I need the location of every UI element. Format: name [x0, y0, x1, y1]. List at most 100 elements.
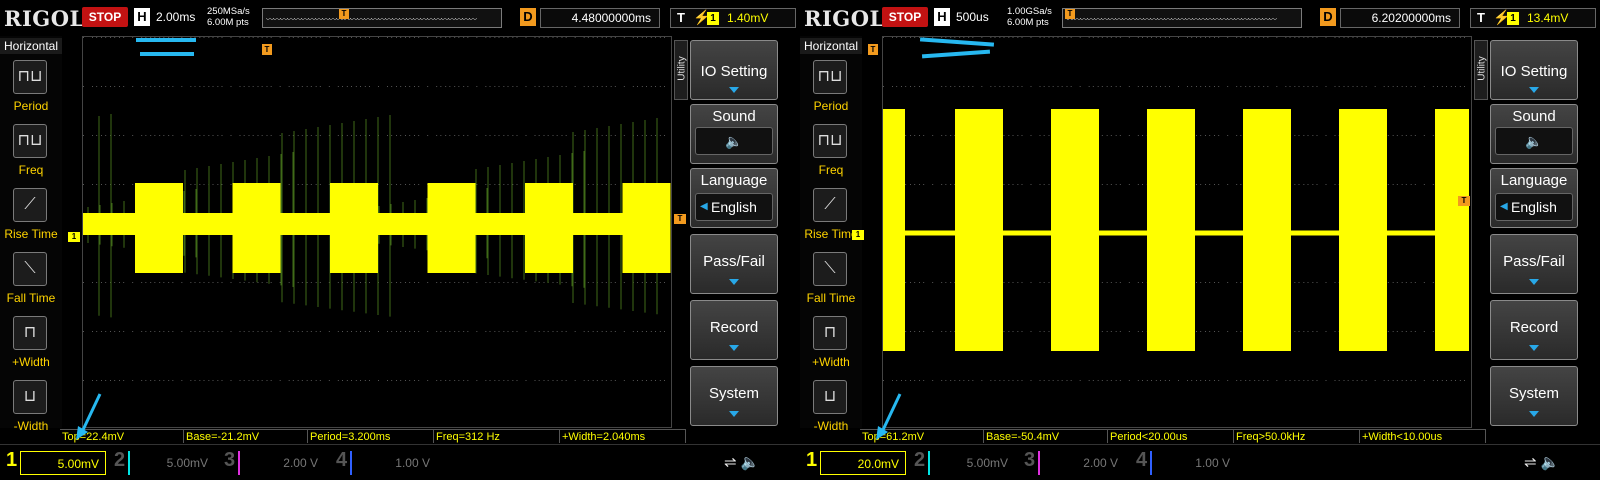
chevron-down-icon — [729, 279, 739, 285]
measure-category[interactable]: Horizontal — [800, 38, 862, 54]
grid-dot — [896, 37, 898, 38]
measure-width-button[interactable]: ⊔ -Width — [0, 376, 62, 436]
memory-position-strip[interactable]: 〰〰〰〰〰〰〰〰〰〰〰〰〰〰〰〰〰〰〰〰〰〰〰〰〰〰〰〰〰〰 T — [262, 8, 502, 28]
timebase-value[interactable]: 500us — [956, 10, 989, 24]
grid-dot — [565, 86, 567, 87]
memory-position-strip[interactable]: 〰〰〰〰〰〰〰〰〰〰〰〰〰〰〰〰〰〰〰〰〰〰〰〰〰〰〰〰〰〰 T — [1062, 8, 1302, 28]
grid-dot — [905, 380, 907, 381]
measure-width-button[interactable]: ⊓ +Width — [800, 312, 862, 372]
trigger-box[interactable]: T ⚡ 1 1.40mV — [670, 8, 796, 28]
horizontal-label[interactable]: H — [934, 8, 950, 26]
measure-width-button[interactable]: ⊓ +Width — [0, 312, 62, 372]
grid-dot — [1119, 184, 1121, 185]
grid-dot — [194, 380, 196, 381]
grid-dot — [360, 135, 361, 136]
grid-dot — [364, 86, 366, 87]
grid-dot — [1003, 135, 1005, 136]
grid-dot — [1043, 37, 1045, 38]
system-button[interactable]: System — [1490, 366, 1578, 426]
grid-dot — [494, 135, 496, 136]
grid-dot — [941, 86, 943, 87]
measure-rise-time-button[interactable]: ⟋ Rise Time — [0, 184, 62, 244]
grid-dot — [1414, 331, 1416, 332]
grid-dot — [1276, 380, 1278, 381]
grid-dot — [123, 135, 125, 136]
grid-dot — [1101, 380, 1103, 381]
io-setting-button[interactable]: IO Setting — [690, 40, 778, 100]
grid-dot — [1410, 282, 1412, 283]
grid-dot — [664, 282, 665, 283]
sound-button[interactable]: Sound 🔈 — [1490, 104, 1578, 164]
grid-dot — [476, 86, 478, 87]
grid-dot — [498, 380, 500, 381]
grid-dot — [1334, 86, 1336, 87]
channel-3-tab[interactable]: 3 2.00 V — [222, 447, 326, 475]
grid-dot — [910, 86, 911, 87]
sound-button[interactable]: Sound 🔈 — [690, 104, 778, 164]
grid-dot — [261, 86, 263, 87]
grid-dot — [194, 184, 196, 185]
grid-dot — [1142, 37, 1143, 38]
grid-dot — [932, 282, 934, 283]
utility-tab[interactable]: Utility — [1474, 40, 1488, 100]
run-status-badge[interactable]: STOP — [882, 7, 928, 27]
measure-freq-button[interactable]: ⊓⊔ Freq — [0, 120, 62, 180]
utility-tab[interactable]: Utility — [674, 40, 688, 100]
grid-dot — [610, 331, 612, 332]
grid-dot — [605, 135, 607, 136]
system-button[interactable]: System — [690, 366, 778, 426]
grid-dot — [655, 86, 656, 87]
measure-fall-time-button[interactable]: ⟍ Fall Time — [800, 248, 862, 308]
channel-4-tab[interactable]: 4 1.00 V — [1134, 447, 1238, 475]
grid-dot — [587, 331, 589, 332]
io-setting-button[interactable]: IO Setting — [1490, 40, 1578, 100]
waveform-burst — [622, 183, 671, 273]
grid-dot — [203, 37, 205, 38]
delay-value[interactable]: 4.48000000ms — [540, 8, 660, 28]
grid-dot — [119, 380, 120, 381]
grid-dot — [449, 380, 451, 381]
measure-fall-time-button[interactable]: ⟍ Fall Time — [0, 248, 62, 308]
grid-dot — [208, 380, 210, 381]
grid-dot — [1307, 282, 1309, 283]
grid-dot — [1137, 135, 1139, 136]
grid-dot — [1316, 37, 1318, 38]
record-button[interactable]: Record — [1490, 300, 1578, 360]
pass-fail-button[interactable]: Pass/Fail — [1490, 234, 1578, 294]
measure-category[interactable]: Horizontal — [0, 38, 62, 54]
grid-dot — [132, 86, 134, 87]
grid-dot — [391, 331, 393, 332]
measure-item-label: -Width — [13, 419, 49, 433]
grid-dot — [261, 380, 263, 381]
measure-width-button[interactable]: ⊔ -Width — [800, 376, 862, 436]
run-status-badge[interactable]: STOP — [82, 7, 128, 27]
waveform-burst — [1435, 109, 1469, 351]
grid-dot — [574, 184, 576, 185]
channel-4-tab[interactable]: 4 1.00 V — [334, 447, 438, 475]
horizontal-label[interactable]: H — [134, 8, 150, 26]
language-button[interactable]: Language ◀ English — [1490, 168, 1578, 228]
measure-period-button[interactable]: ⊓⊔ Period — [0, 56, 62, 116]
grid-dot — [458, 86, 460, 87]
grid-dot — [1338, 380, 1340, 381]
grid-dot — [1374, 86, 1376, 87]
grid-dot — [230, 282, 232, 283]
system-label: System — [1508, 385, 1559, 402]
record-button[interactable]: Record — [690, 300, 778, 360]
chevron-down-icon — [1529, 411, 1539, 417]
language-button[interactable]: Language ◀ English — [690, 168, 778, 228]
grid-dot — [905, 331, 907, 332]
channel-3-tab[interactable]: 3 2.00 V — [1022, 447, 1126, 475]
measure-period-button[interactable]: ⊓⊔ Period — [800, 56, 862, 116]
grid-dot — [1267, 37, 1269, 38]
channel-number: 4 — [1136, 449, 1148, 471]
timebase-value[interactable]: 2.00ms — [156, 10, 195, 24]
grid-dot — [1003, 86, 1005, 87]
measure-item-label: +Width — [812, 355, 850, 369]
grid-dot — [1240, 184, 1242, 185]
trigger-box[interactable]: T ⚡ 1 13.4mV — [1470, 8, 1596, 28]
measure-freq-button[interactable]: ⊓⊔ Freq — [800, 120, 862, 180]
delay-value[interactable]: 6.20200000ms — [1340, 8, 1460, 28]
pass-fail-button[interactable]: Pass/Fail — [690, 234, 778, 294]
annotation-arrow — [876, 393, 902, 440]
